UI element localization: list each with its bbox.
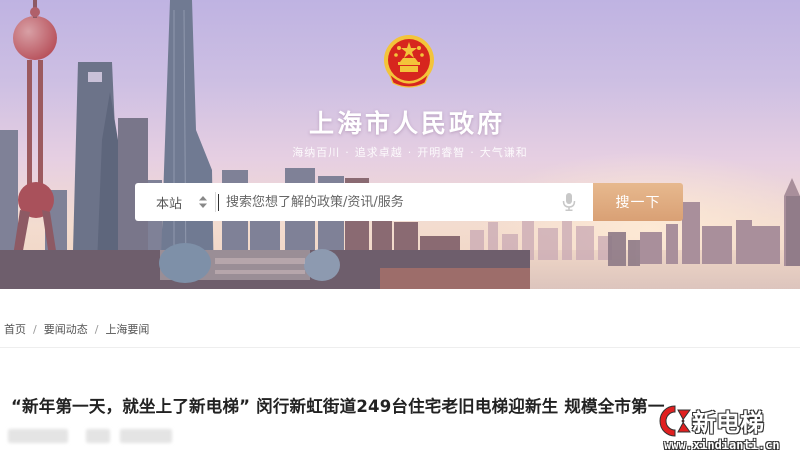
breadcrumb-separator: / <box>94 322 99 336</box>
watermark-logo-icon <box>659 405 691 437</box>
article-meta-blurred <box>86 429 110 443</box>
slogan-item: 开明睿智 <box>417 146 466 159</box>
watermark: 新电梯 www.xindianti.cn <box>656 402 800 462</box>
slogan-row: 海纳百川 · 追求卓越 · 开明睿智 · 大气谦和 <box>250 144 570 160</box>
search-bar: 本站 <box>135 183 593 221</box>
slogan-item: 追求卓越 <box>354 146 403 159</box>
search-scope-value: 本站 <box>156 196 183 212</box>
hero-banner: 上海市人民政府 海纳百川 · 追求卓越 · 开明睿智 · 大气谦和 本站 搜一下 <box>0 0 800 289</box>
content-divider <box>0 347 800 348</box>
site-title: 上海市人民政府 <box>308 109 505 138</box>
search-input[interactable] <box>226 183 556 221</box>
article-meta-blurred <box>8 429 68 443</box>
slogan-separator: · <box>407 146 413 159</box>
breadcrumb-link-news[interactable]: 要闻动态 <box>44 321 88 337</box>
article-meta-blurred <box>120 429 172 443</box>
slogan-separator: · <box>470 146 475 159</box>
search-divider <box>215 192 216 212</box>
search-button[interactable]: 搜一下 <box>593 183 683 221</box>
slogan-item: 海纳百川 <box>292 146 341 159</box>
microphone-icon[interactable] <box>562 193 576 211</box>
watermark-brand-name: 新电梯 <box>692 409 764 437</box>
breadcrumb: 首页 / 要闻动态 / 上海要闻 <box>4 321 149 337</box>
national-emblem-icon <box>384 35 434 88</box>
breadcrumb-separator: / <box>33 322 37 336</box>
watermark-url: www.xindianti.cn <box>664 438 780 452</box>
text-cursor <box>218 194 219 211</box>
breadcrumb-link-home[interactable]: 首页 <box>4 321 26 337</box>
breadcrumb-link-shanghai-news[interactable]: 上海要闻 <box>105 321 149 337</box>
up-down-arrows-icon[interactable] <box>199 196 207 208</box>
slogan-separator: · <box>345 146 350 159</box>
slogan-item: 大气谦和 <box>479 146 528 159</box>
